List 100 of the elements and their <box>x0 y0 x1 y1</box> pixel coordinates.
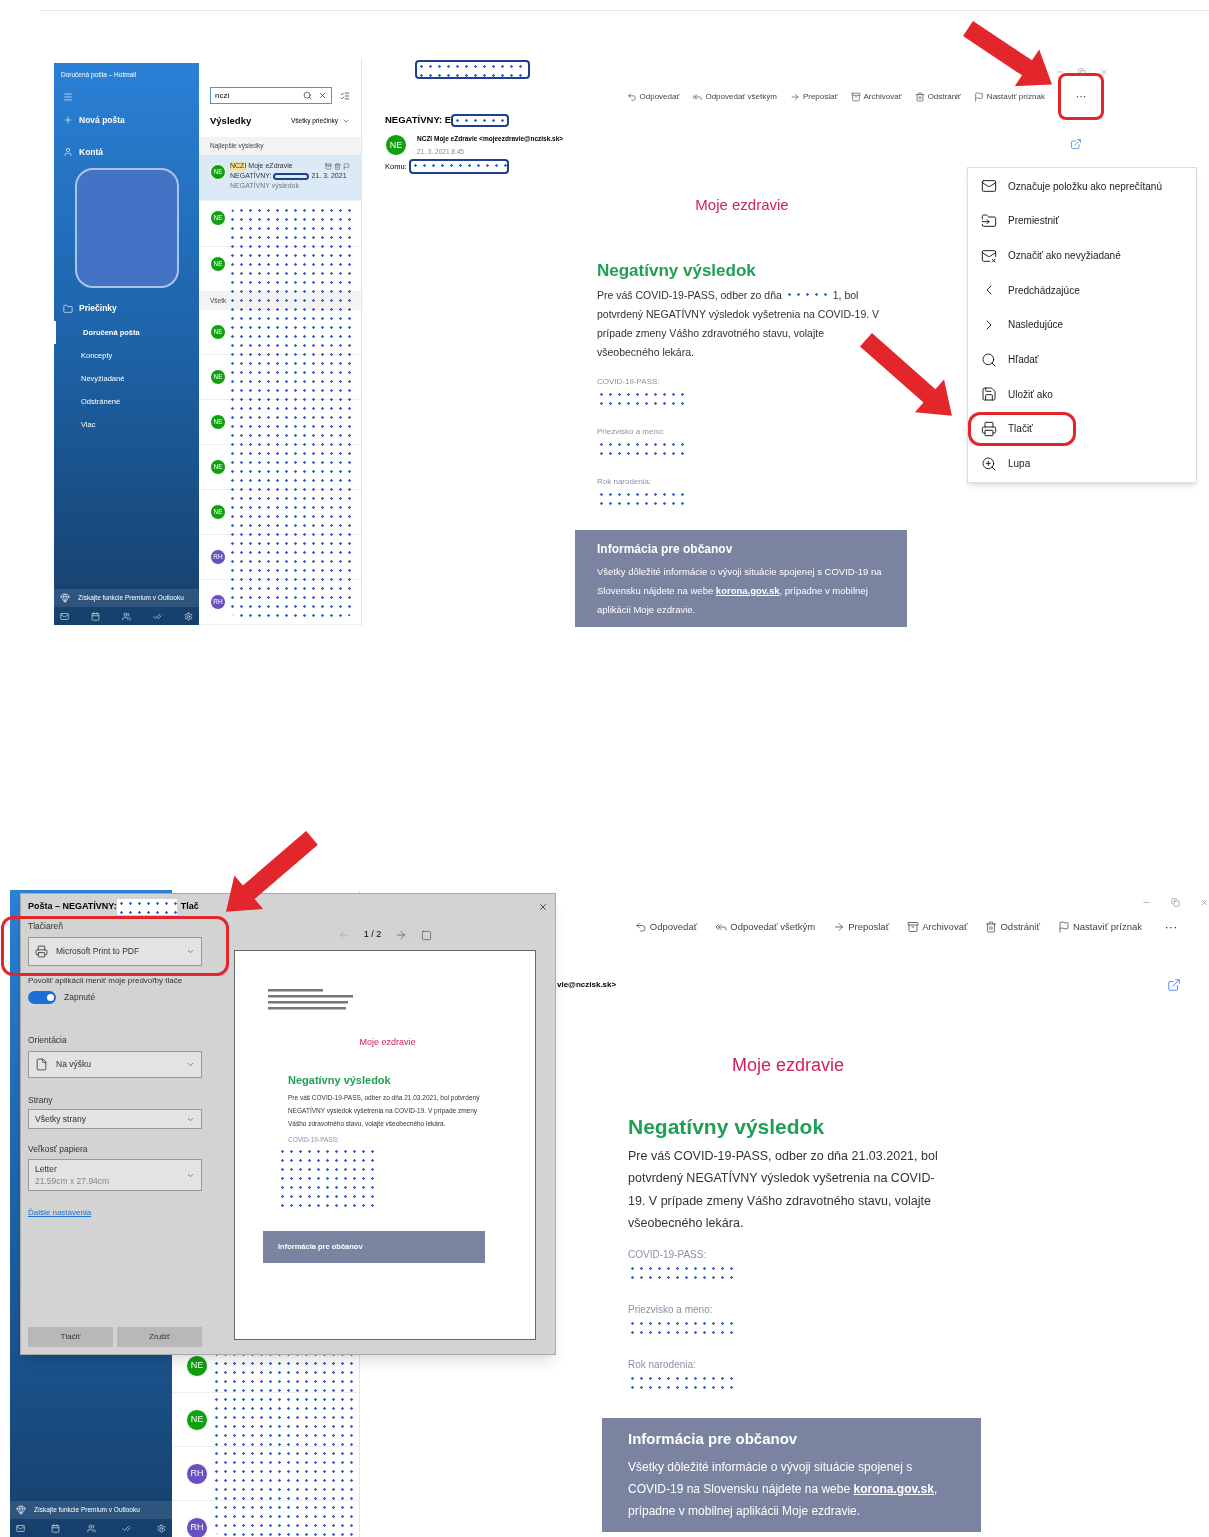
menu-item[interactable]: Uložiť ako <box>968 376 1066 412</box>
archive-icon <box>907 921 920 933</box>
people-icon <box>122 611 131 621</box>
info-text: Všetky dôležité informácie o vývoji situácie spojenej s COVID-19 na Slovensku nájdete na webe korona.gov.sk, prípadne v mobilnej aplikácii Moje ezdravie. <box>597 564 883 617</box>
close-icon <box>538 902 548 912</box>
minimize-icon <box>1056 68 1064 76</box>
menu-item[interactable]: Nasledujúce <box>968 307 1077 343</box>
result-text: Pre váš COVID-19-PASS, odber zo dňa <box>597 287 783 303</box>
calendar-icon <box>91 611 100 621</box>
page-icon <box>35 1057 48 1071</box>
link[interactable]: korona.gov.sk <box>715 584 780 596</box>
arrow-right-icon <box>789 91 800 102</box>
close-button[interactable] <box>538 902 548 912</box>
toggle-switch[interactable] <box>28 990 56 1004</box>
field-label: Rok narodenia: <box>597 475 653 488</box>
field-label: Povoliť aplikácii meniť moje predvoľby tlače <box>28 974 184 987</box>
diamond-icon <box>16 1505 26 1515</box>
avatar: NE <box>186 1354 208 1377</box>
archive-icon <box>850 91 861 102</box>
results-heading: Výsledky <box>210 114 252 128</box>
menu-item[interactable]: Tlačiť <box>968 411 1076 447</box>
field-label: Priezvisko a meno: <box>597 425 666 438</box>
avatar: RH <box>186 1462 208 1485</box>
link[interactable]: korona.gov.sk <box>853 1482 934 1496</box>
toolbar-button[interactable]: Odpovedať <box>626 90 680 103</box>
menu-item[interactable]: Predchádzajúce <box>968 272 1093 308</box>
restore-icon <box>1171 897 1180 907</box>
result-heading: Negatívny výsledok <box>628 1114 826 1140</box>
flag-icon <box>1057 921 1070 933</box>
envelope-icon <box>981 178 997 195</box>
fit-page-icon <box>421 929 433 941</box>
diamond-icon <box>60 593 70 603</box>
search-field[interactable]: nczi <box>210 87 333 104</box>
menu-item[interactable]: Označiť ako nevyžiadané <box>968 238 1134 273</box>
menu-item[interactable]: Premiestniť <box>968 203 1072 239</box>
checklist-icon <box>340 90 350 101</box>
reply-icon <box>626 91 637 102</box>
arrow-right-icon <box>395 929 408 941</box>
toolbar-button[interactable]: Odpovedať všetkým <box>715 919 816 935</box>
menu-item[interactable]: Označuje položku ako neprečítanú <box>968 169 1175 204</box>
redaction-block <box>116 899 177 915</box>
people-icon <box>86 1523 96 1533</box>
dialog-button[interactable]: Tlačiť <box>28 1327 113 1347</box>
checkmark-icon <box>153 611 162 621</box>
toolbar-button[interactable]: Preposlať <box>789 90 838 103</box>
info-title: Informácia pre občanov <box>628 1428 799 1449</box>
printer-icon <box>35 944 48 958</box>
field-label: Veľkosť papiera <box>28 1143 89 1156</box>
reply-all-icon <box>715 921 728 933</box>
printer-icon <box>981 420 997 437</box>
toolbar-button[interactable]: Odpovedať <box>634 919 698 935</box>
orientation-select[interactable]: Na výšku <box>28 1050 202 1078</box>
calendar-icon <box>51 1523 61 1533</box>
new-mail-button[interactable]: Nová pošta <box>54 113 199 127</box>
info-title: Informácia pre občanov <box>597 540 734 558</box>
toolbar-button[interactable]: Archivovať <box>907 919 968 935</box>
toggle-label: Zapnuté <box>64 990 96 1004</box>
brand-title: Moje ezdravie <box>358 1036 417 1049</box>
redaction-block <box>272 172 309 180</box>
toolbar-button[interactable]: Archivovať <box>850 90 902 103</box>
trash-icon <box>334 162 341 170</box>
restore-icon <box>1078 68 1086 76</box>
toolbar-button[interactable]: Odpovedať všetkým <box>692 90 777 103</box>
printer-select[interactable]: Microsoft Print to PDF <box>28 936 202 966</box>
dialog-title: Pošta – NEGATÍVNY: <box>28 900 117 914</box>
envelope-x-icon <box>981 247 997 264</box>
menu-item[interactable]: Hľadať <box>968 342 1052 377</box>
checkmark-icon <box>121 1523 131 1533</box>
redaction-block <box>451 113 510 127</box>
toolbar-button[interactable]: Odstrániť <box>985 919 1040 935</box>
save-icon <box>981 386 997 403</box>
arrow-right-icon <box>833 921 846 933</box>
settings-icon <box>184 611 193 621</box>
menu-item[interactable]: Lupa <box>968 446 1044 481</box>
folder-arrow-icon <box>981 213 997 229</box>
pages-select[interactable]: Všetky strany <box>28 1109 202 1130</box>
paper-select[interactable]: Letter 21.59cm x 27.94cm <box>28 1159 202 1191</box>
toolbar-button[interactable]: Odstrániť <box>914 90 961 103</box>
close-icon <box>318 91 328 100</box>
field-label: Rok narodenia: <box>628 1357 697 1372</box>
arrow-left-icon <box>337 929 350 941</box>
more-button[interactable]: ··· <box>1160 917 1182 937</box>
dialog-button[interactable]: Zrušiť <box>117 1327 202 1347</box>
dialog-title: Tlač <box>180 900 199 914</box>
field-label: Tlačiareň <box>28 920 64 933</box>
folder-icon <box>63 303 73 314</box>
close-icon <box>1200 897 1209 907</box>
result-text: potvrdený NEGATÍVNY výsledok vyšetrenia na COVID-19. V prípade zmeny Vášho zdravotného stavu, volajte všeobecného lekára. <box>597 306 881 360</box>
more-button[interactable]: ··· <box>1058 73 1104 120</box>
accounts-button[interactable]: Kontá <box>54 145 199 159</box>
page-counter: 1 / 2 <box>363 928 382 942</box>
menu-icon <box>63 91 73 102</box>
field-label: Orientácia <box>28 1033 68 1047</box>
archive-icon <box>325 162 332 170</box>
flag-icon <box>343 162 350 170</box>
avatar: NE <box>385 134 407 157</box>
avatar: NE <box>186 1408 208 1431</box>
toolbar-button[interactable]: Preposlať <box>833 919 890 935</box>
toolbar-button[interactable]: Nastaviť príznak <box>973 90 1045 103</box>
toolbar-button[interactable]: Nastaviť príznak <box>1057 919 1142 935</box>
